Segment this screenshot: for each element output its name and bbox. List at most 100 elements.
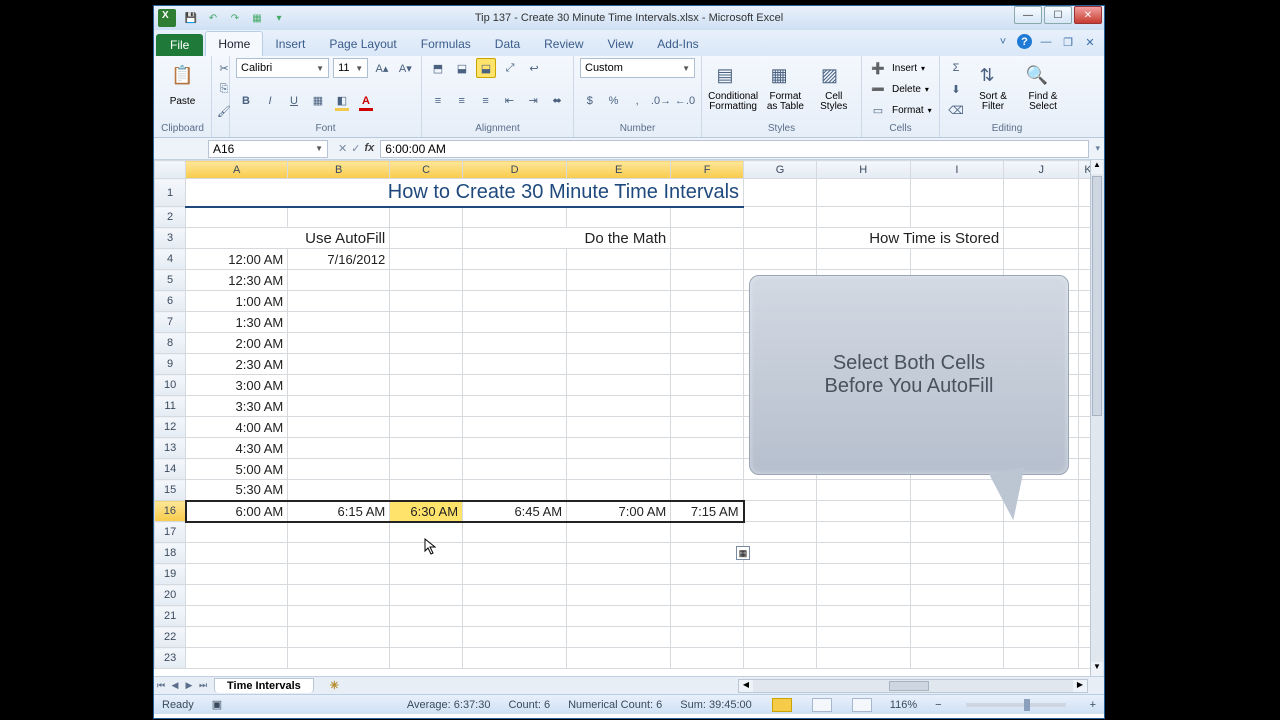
autosum-icon[interactable]: Σ [946, 58, 966, 78]
vscroll-thumb[interactable] [1092, 176, 1102, 416]
sheet-nav-last-icon[interactable]: ⏭ [196, 680, 210, 691]
cell-C7[interactable] [390, 312, 463, 333]
row-header-20[interactable]: 20 [155, 585, 186, 606]
cell-A6[interactable]: 1:00 AM [186, 291, 288, 312]
cell-B20[interactable] [288, 585, 390, 606]
cell-B2[interactable] [288, 207, 390, 228]
cell-A5[interactable]: 12:30 AM [186, 270, 288, 291]
cell-C18[interactable] [390, 543, 463, 564]
cell-J19[interactable] [1004, 564, 1079, 585]
cell-J20[interactable] [1004, 585, 1079, 606]
qat-redo-icon[interactable]: ↷ [226, 10, 244, 26]
border-icon[interactable]: ▦ [308, 91, 328, 111]
cell-B23[interactable] [288, 648, 390, 669]
cell-E11[interactable] [567, 396, 671, 417]
cell-B12[interactable] [288, 417, 390, 438]
cell-A2[interactable] [186, 207, 288, 228]
cell-E2[interactable] [567, 207, 671, 228]
row-header-18[interactable]: 18 [155, 543, 186, 564]
cell-C14[interactable] [390, 459, 463, 480]
cell-B10[interactable] [288, 375, 390, 396]
cell-D16[interactable]: 6:45 AM [463, 501, 567, 522]
cell-D12[interactable] [463, 417, 567, 438]
cell-J1[interactable] [1004, 179, 1079, 207]
enter-formula-icon[interactable]: ✓ [351, 142, 360, 155]
qat-undo-icon[interactable]: ↶ [204, 10, 222, 26]
percent-icon[interactable]: % [604, 91, 624, 111]
cell-B9[interactable] [288, 354, 390, 375]
number-format-select[interactable]: Custom▼ [580, 58, 695, 78]
cell-F12[interactable] [671, 417, 744, 438]
cell-G19[interactable] [744, 564, 817, 585]
view-page-layout-icon[interactable] [812, 698, 832, 712]
cell-E14[interactable] [567, 459, 671, 480]
fill-icon[interactable]: ⬇ [946, 79, 966, 99]
hscroll-thumb[interactable] [889, 681, 929, 691]
cell-A21[interactable] [186, 606, 288, 627]
underline-icon[interactable]: U [284, 91, 304, 111]
cell-C2[interactable] [390, 207, 463, 228]
cell-C11[interactable] [390, 396, 463, 417]
row-header-23[interactable]: 23 [155, 648, 186, 669]
qat-customize-icon[interactable]: ▾ [270, 10, 288, 26]
cell-C4[interactable] [390, 249, 463, 270]
cell-F2[interactable] [671, 207, 744, 228]
qat-save-icon[interactable]: 💾 [182, 10, 200, 26]
cell-H2[interactable] [816, 207, 910, 228]
cell-C20[interactable] [390, 585, 463, 606]
wrap-text-icon[interactable]: ↩ [524, 58, 544, 78]
cell-G17[interactable] [744, 522, 817, 543]
cell-B22[interactable] [288, 627, 390, 648]
cell-A23[interactable] [186, 648, 288, 669]
cell-H19[interactable] [816, 564, 910, 585]
align-middle-icon[interactable]: ⬓ [452, 58, 472, 78]
cell-C13[interactable] [390, 438, 463, 459]
cell-E17[interactable] [567, 522, 671, 543]
cell-A18[interactable] [186, 543, 288, 564]
cell-F22[interactable] [671, 627, 744, 648]
cell-J21[interactable] [1004, 606, 1079, 627]
view-page-break-icon[interactable] [852, 698, 872, 712]
row-header-1[interactable]: 1 [155, 179, 186, 207]
sheet-nav-prev-icon[interactable]: ◀ [168, 680, 182, 691]
cell-F18[interactable] [671, 543, 744, 564]
cell-F8[interactable] [671, 333, 744, 354]
conditional-formatting-icon[interactable]: ▤ [708, 58, 742, 92]
maximize-button[interactable]: ☐ [1044, 6, 1072, 24]
cell-I15[interactable] [910, 480, 1004, 501]
view-normal-icon[interactable] [772, 698, 792, 712]
cancel-formula-icon[interactable]: ✕ [338, 142, 347, 155]
cell-F6[interactable] [671, 291, 744, 312]
cell-B4[interactable]: 7/16/2012 [288, 249, 390, 270]
cell-D2[interactable] [463, 207, 567, 228]
align-right-icon[interactable]: ≡ [476, 91, 496, 111]
row-header-15[interactable]: 15 [155, 480, 186, 501]
cell-I20[interactable] [910, 585, 1004, 606]
format-cells-icon[interactable]: ▭ [868, 100, 888, 120]
cell-A14[interactable]: 5:00 AM [186, 459, 288, 480]
cell-E10[interactable] [567, 375, 671, 396]
font-size-input[interactable]: 11▼ [333, 58, 368, 78]
decrease-decimal-icon[interactable]: ←.0 [675, 91, 695, 111]
cell-I22[interactable] [910, 627, 1004, 648]
cell-H17[interactable] [816, 522, 910, 543]
cell-G23[interactable] [744, 648, 817, 669]
cell-C17[interactable] [390, 522, 463, 543]
row-header-21[interactable]: 21 [155, 606, 186, 627]
row-header-9[interactable]: 9 [155, 354, 186, 375]
row-header-19[interactable]: 19 [155, 564, 186, 585]
cell-G18[interactable] [744, 543, 817, 564]
cell-C12[interactable] [390, 417, 463, 438]
cell-H18[interactable] [816, 543, 910, 564]
mdi-minimize-icon[interactable]: — [1038, 34, 1054, 50]
cell-I16[interactable] [910, 501, 1004, 522]
cell-D17[interactable] [463, 522, 567, 543]
cell-D20[interactable] [463, 585, 567, 606]
cell-F10[interactable] [671, 375, 744, 396]
cell-C22[interactable] [390, 627, 463, 648]
cell-E5[interactable] [567, 270, 671, 291]
autofill-options-icon[interactable]: ▦ [736, 546, 750, 560]
cell-G4[interactable] [744, 249, 817, 270]
cell-E4[interactable] [567, 249, 671, 270]
align-top-icon[interactable]: ⬒ [428, 58, 448, 78]
